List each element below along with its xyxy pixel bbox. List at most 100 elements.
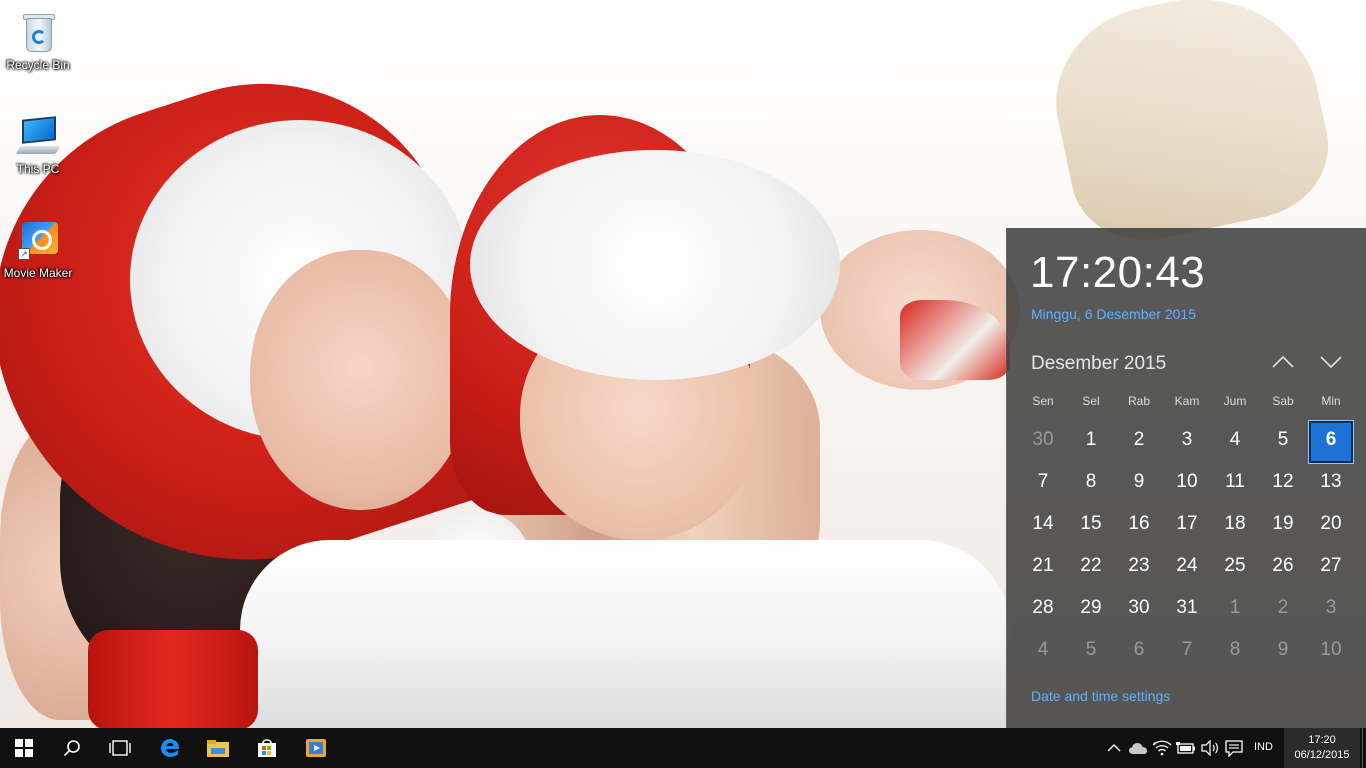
calendar-day[interactable]: 30	[1019, 419, 1067, 461]
taskbar: * IND 17:20 06/12/2015	[0, 728, 1366, 768]
calendar-day-number: 20	[1320, 513, 1342, 534]
next-month-button[interactable]	[1317, 350, 1345, 374]
calendar-flyout: 17:20:43 Minggu, 6 Desember 2015 Desembe…	[1006, 228, 1366, 728]
wallpaper-boot	[1038, 0, 1342, 255]
calendar-day[interactable]: 31	[1163, 587, 1211, 629]
calendar-day[interactable]: 6	[1115, 629, 1163, 671]
store-button[interactable]	[243, 728, 291, 768]
calendar-day[interactable]: 23	[1115, 545, 1163, 587]
calendar-day[interactable]: 10	[1307, 629, 1355, 671]
input-language-indicator[interactable]: IND	[1254, 741, 1273, 753]
calendar-day[interactable]: 12	[1259, 461, 1307, 503]
calendar-day[interactable]: 16	[1115, 503, 1163, 545]
desktop-icon-movie-maker[interactable]: ↗ Movie Maker	[0, 216, 76, 280]
calendar-day-number: 7	[1037, 471, 1049, 492]
calendar-day[interactable]: 1	[1067, 419, 1115, 461]
calendar-day[interactable]: 1	[1211, 587, 1259, 629]
calendar-day[interactable]: 7	[1163, 629, 1211, 671]
flyout-date-link[interactable]: Minggu, 6 Desember 2015	[1031, 306, 1196, 322]
calendar-day[interactable]: 10	[1163, 461, 1211, 503]
movie-maker-taskbar-button[interactable]	[292, 728, 340, 768]
start-icon	[15, 739, 33, 757]
computer-icon	[14, 112, 62, 160]
battery-tray-button[interactable]	[1176, 738, 1196, 758]
chevron-down-icon	[1320, 356, 1342, 369]
calendar-day[interactable]: 9	[1259, 629, 1307, 671]
show-desktop-button[interactable]	[1362, 728, 1366, 768]
calendar-day-number: 21	[1032, 555, 1054, 576]
calendar-day[interactable]: 3	[1307, 587, 1355, 629]
volume-tray-button[interactable]	[1200, 738, 1220, 758]
onedrive-tray-button[interactable]	[1128, 738, 1148, 758]
calendar-day-number: 31	[1176, 597, 1198, 618]
task-view-button[interactable]	[96, 728, 144, 768]
recycle-bin-icon	[14, 8, 62, 56]
file-explorer-button[interactable]	[194, 728, 242, 768]
calendar-day[interactable]: 4	[1019, 629, 1067, 671]
calendar-day-number: 27	[1320, 555, 1342, 576]
calendar-day[interactable]: 17	[1163, 503, 1211, 545]
calendar-day-number: 4	[1037, 639, 1049, 660]
calendar-day[interactable]: 30	[1115, 587, 1163, 629]
desktop-icon-this-pc[interactable]: This PC	[0, 112, 76, 176]
calendar-day[interactable]: 4	[1211, 419, 1259, 461]
weekday-label: Sel	[1082, 394, 1100, 408]
calendar-day[interactable]: 25	[1211, 545, 1259, 587]
calendar-day[interactable]: 24	[1163, 545, 1211, 587]
calendar-day-number: 9	[1277, 639, 1289, 660]
show-hidden-icons-button[interactable]	[1104, 738, 1124, 758]
previous-month-button[interactable]	[1269, 350, 1297, 374]
action-center-button[interactable]	[1224, 738, 1244, 758]
calendar-day[interactable]: 14	[1019, 503, 1067, 545]
calendar-day[interactable]: 15	[1067, 503, 1115, 545]
start-button[interactable]	[0, 728, 48, 768]
action-center-icon	[1225, 740, 1243, 757]
calendar-day[interactable]: 7	[1019, 461, 1067, 503]
calendar-day-number: 6	[1325, 429, 1337, 450]
desktop-icon-label: Recycle Bin	[6, 58, 70, 72]
calendar-day-number: 14	[1032, 513, 1054, 534]
calendar-day[interactable]: 26	[1259, 545, 1307, 587]
calendar-day[interactable]: 8	[1067, 461, 1115, 503]
weekday-header: Sen Sel Rab Kam Jum Sab Min	[1019, 394, 1355, 408]
flyout-clock: 17:20:43	[1030, 248, 1206, 297]
calendar-day-number: 26	[1272, 555, 1294, 576]
calendar-day-today[interactable]: 6	[1307, 419, 1355, 464]
calendar-day[interactable]: 22	[1067, 545, 1115, 587]
calendar-day[interactable]: 27	[1307, 545, 1355, 587]
taskbar-clock[interactable]: 17:20 06/12/2015	[1284, 728, 1360, 768]
calendar-day-number: 10	[1320, 639, 1342, 660]
movie-maker-icon: ↗	[14, 216, 62, 264]
network-tray-button[interactable]: *	[1152, 738, 1172, 758]
calendar-day[interactable]: 29	[1067, 587, 1115, 629]
desktop-icon-recycle-bin[interactable]: Recycle Bin	[0, 8, 76, 72]
calendar-day[interactable]: 20	[1307, 503, 1355, 545]
calendar-day[interactable]: 5	[1259, 419, 1307, 461]
svg-text:*: *	[1153, 741, 1157, 749]
calendar-day[interactable]: 3	[1163, 419, 1211, 461]
calendar-day[interactable]: 18	[1211, 503, 1259, 545]
calendar-day[interactable]: 28	[1019, 587, 1067, 629]
file-explorer-icon	[207, 740, 229, 757]
calendar-day[interactable]: 19	[1259, 503, 1307, 545]
wifi-icon: *	[1152, 740, 1172, 756]
calendar-day-number: 9	[1133, 471, 1145, 492]
calendar-day[interactable]: 11	[1211, 461, 1259, 503]
date-time-settings-link[interactable]: Date and time settings	[1031, 688, 1170, 704]
calendar-day[interactable]: 13	[1307, 461, 1355, 503]
calendar-day[interactable]: 8	[1211, 629, 1259, 671]
calendar-day-number: 6	[1133, 639, 1145, 660]
calendar-day[interactable]: 2	[1259, 587, 1307, 629]
edge-button[interactable]	[146, 728, 194, 768]
calendar-day[interactable]: 21	[1019, 545, 1067, 587]
calendar-day-number: 23	[1128, 555, 1150, 576]
calendar-day[interactable]: 5	[1067, 629, 1115, 671]
taskbar-clock-date: 06/12/2015	[1294, 749, 1350, 761]
month-title[interactable]: Desember 2015	[1031, 353, 1166, 375]
calendar-day[interactable]: 9	[1115, 461, 1163, 503]
search-button[interactable]	[48, 728, 96, 768]
calendar-day-number: 19	[1272, 513, 1294, 534]
calendar-day[interactable]: 2	[1115, 419, 1163, 461]
calendar-day-number: 28	[1032, 597, 1054, 618]
calendar-day-number: 8	[1229, 639, 1241, 660]
